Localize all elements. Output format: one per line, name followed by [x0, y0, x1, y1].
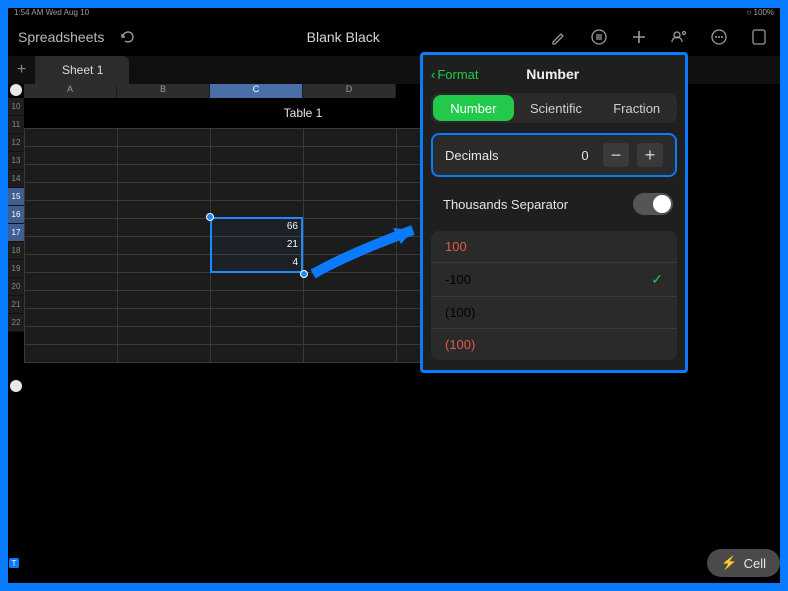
collaborate-icon[interactable]	[668, 26, 690, 48]
add-sheet-button[interactable]: +	[8, 56, 36, 84]
format-option-label: (100)	[445, 305, 475, 320]
decimals-label: Decimals	[445, 148, 498, 163]
app-name[interactable]: Spreadsheets	[18, 29, 104, 45]
thousands-row: Thousands Separator	[431, 185, 677, 223]
check-icon: ✓	[651, 271, 663, 288]
table-bottom-handle[interactable]	[10, 380, 22, 392]
column-header[interactable]: C	[210, 84, 303, 98]
document-icon[interactable]	[748, 26, 770, 48]
cell-selection[interactable]	[210, 217, 303, 273]
column-header[interactable]: B	[117, 84, 210, 98]
cell-format-pill[interactable]: ⚡ Cell	[707, 549, 780, 577]
row-header[interactable]: 17	[8, 224, 24, 242]
row-header[interactable]: 18	[8, 242, 24, 260]
row-header[interactable]: 11	[8, 116, 24, 134]
row-header[interactable]: 15	[8, 188, 24, 206]
decimals-value: 0	[575, 148, 595, 163]
seg-number[interactable]: Number	[433, 95, 514, 121]
status-bar: 1:54 AM Wed Aug 10 ○ 100%	[8, 8, 780, 18]
thousands-toggle[interactable]	[633, 193, 673, 215]
format-option[interactable]: (100)	[431, 328, 677, 360]
format-option-label: (100)	[445, 337, 475, 352]
row-header[interactable]: 14	[8, 170, 24, 188]
selection-handle-tl[interactable]	[206, 213, 214, 221]
panel-title: Number	[429, 66, 677, 82]
cell-pill-label: Cell	[744, 556, 766, 571]
format-option-label: 100	[445, 239, 467, 254]
row-header[interactable]: 16	[8, 206, 24, 224]
decimals-decrement-button[interactable]: −	[603, 143, 629, 167]
list-icon[interactable]	[588, 26, 610, 48]
number-type-segmented: Number Scientific Fraction	[431, 93, 677, 123]
sheet-tab-active[interactable]: Sheet 1	[36, 56, 129, 84]
document-title[interactable]: Blank Black	[307, 29, 380, 45]
seg-fraction[interactable]: Fraction	[596, 93, 677, 123]
row-header[interactable]: 19	[8, 260, 24, 278]
annotation-arrow	[308, 224, 428, 284]
status-battery: ○ 100%	[746, 8, 774, 18]
row-header[interactable]: 10	[8, 98, 24, 116]
row-header[interactable]: 12	[8, 134, 24, 152]
decimals-row: Decimals 0 − +	[433, 135, 675, 175]
format-option[interactable]: 100	[431, 231, 677, 262]
lightning-icon: ⚡	[721, 555, 737, 571]
decimals-increment-button[interactable]: +	[637, 143, 663, 167]
format-option[interactable]: -100 ✓	[431, 262, 677, 296]
decimals-stepper: 0 − +	[575, 143, 663, 167]
column-headers: A B C D	[24, 84, 396, 98]
bottom-hint: T	[8, 557, 26, 569]
row-header[interactable]: 22	[8, 314, 24, 332]
row-header[interactable]: 20	[8, 278, 24, 296]
format-option-label: -100	[445, 272, 471, 287]
table-corner-handle[interactable]	[10, 84, 22, 96]
format-number-panel: ‹ Format Number Number Scientific Fracti…	[420, 52, 688, 373]
plus-icon[interactable]	[628, 26, 650, 48]
sheet-tab-label: Sheet 1	[62, 63, 103, 77]
row-header[interactable]: 13	[8, 152, 24, 170]
paintbrush-icon[interactable]	[548, 26, 570, 48]
thousands-label: Thousands Separator	[435, 197, 568, 212]
selection-handle-br[interactable]	[300, 270, 308, 278]
row-header[interactable]: 21	[8, 296, 24, 314]
negative-format-list: 100 -100 ✓ (100) (100)	[431, 231, 677, 360]
format-option[interactable]: (100)	[431, 296, 677, 328]
seg-scientific[interactable]: Scientific	[516, 93, 597, 123]
column-header[interactable]: D	[303, 84, 396, 98]
undo-icon[interactable]	[116, 26, 138, 48]
status-time: 1:54 AM Wed Aug 10	[14, 8, 89, 18]
top-toolbar: Spreadsheets Blank Black	[8, 18, 780, 56]
row-headers: 10 11 12 13 14 15 16 17 18 19 20 21 22	[8, 98, 24, 332]
more-icon[interactable]	[708, 26, 730, 48]
column-header[interactable]: A	[24, 84, 117, 98]
svg-text:T: T	[12, 559, 17, 568]
